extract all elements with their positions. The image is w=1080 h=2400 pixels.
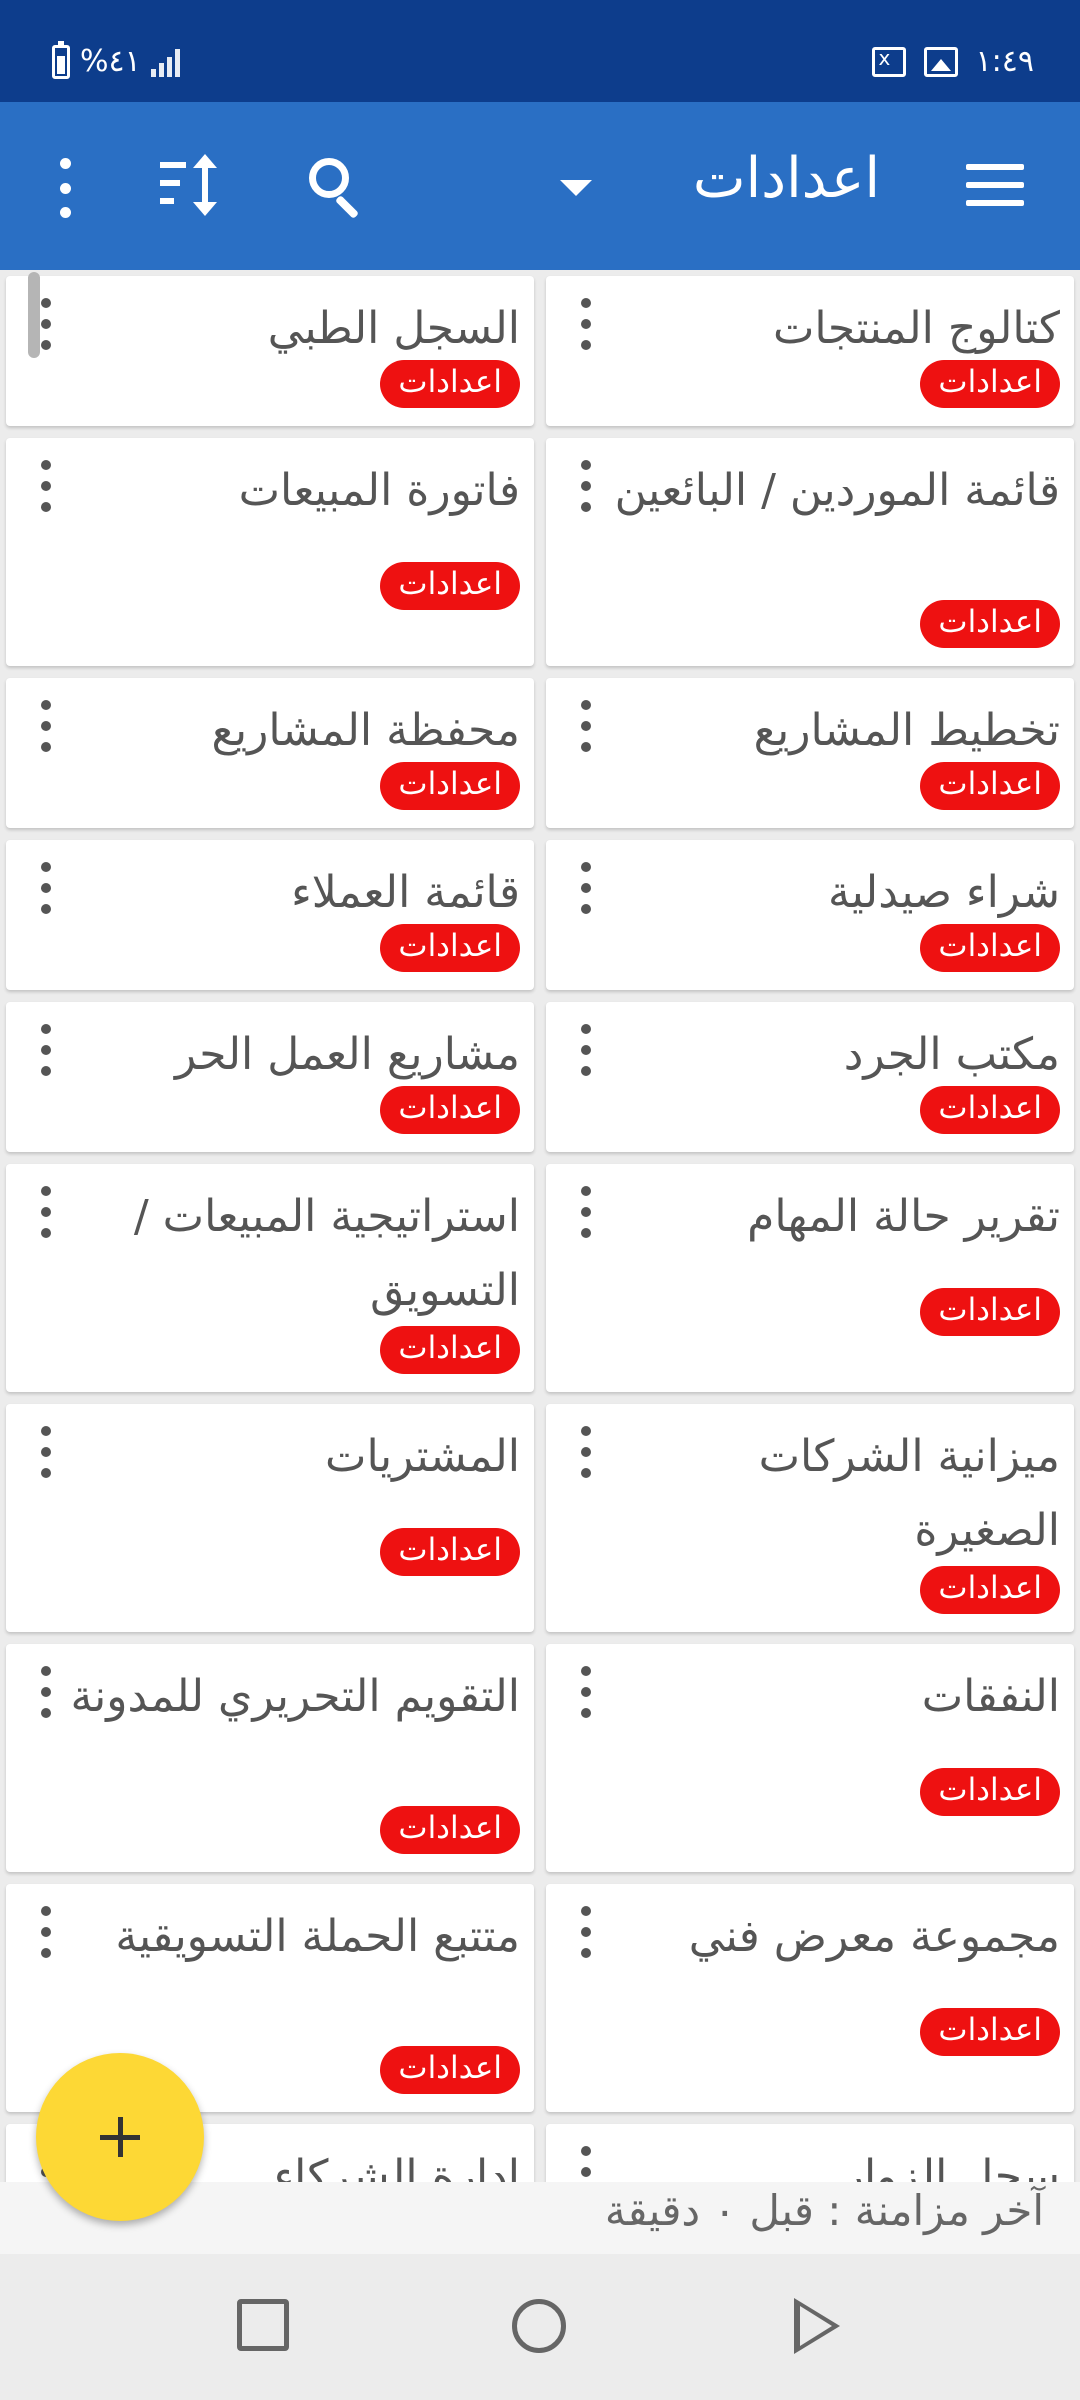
settings-badge[interactable]: اعدادات [380,1086,520,1134]
card-title: السجل الطبي [267,303,520,354]
status-left: %٤١ [52,40,180,79]
card-editorial-calendar[interactable]: التقويم التحريري للمدونة اعدادات [6,1644,534,1872]
card-title: مجموعة معرض فني [688,1911,1060,1962]
settings-badge[interactable]: اعدادات [380,562,520,610]
settings-badge[interactable]: اعدادات [380,360,520,408]
card-project-portfolio[interactable]: محفظة المشاريع اعدادات [6,678,534,828]
signal-icon [150,47,180,77]
card-title: المشتريات [325,1431,520,1482]
app-bar: اعدادات [0,102,1080,270]
card-title: كتالوج المنتجات [772,303,1060,354]
card-more-icon[interactable] [576,1426,596,1478]
card-small-business-budget[interactable]: ميزانية الشركات الصغيرة اعدادات [546,1404,1074,1632]
settings-badge[interactable]: اعدادات [920,2008,1060,2056]
card-more-icon[interactable] [576,1186,596,1238]
search-icon[interactable] [305,154,365,220]
sort-icon[interactable] [158,154,224,218]
card-visitor-log[interactable]: سجل الزوار [546,2124,1074,2182]
spreadsheet-notification-icon [871,46,906,77]
card-sales-marketing-strategy[interactable]: استراتيجية المبيعات / التسويق اعدادات [6,1164,534,1392]
card-more-icon[interactable] [576,298,596,350]
settings-badge[interactable]: اعدادات [380,2046,520,2094]
battery-level: %٤١ [80,44,141,79]
card-title: استراتيجية المبيعات / التسويق [133,1191,520,1316]
home-icon[interactable] [512,2299,566,2353]
hamburger-icon[interactable] [966,164,1024,206]
battery-icon [52,40,70,79]
card-more-icon[interactable] [36,1024,56,1076]
settings-badge[interactable]: اعدادات [920,762,1060,810]
status-right: ١:٤٩ [871,44,1034,79]
settings-badge[interactable]: اعدادات [920,360,1060,408]
card-title: النفقات [921,1671,1060,1722]
card-title: مشاريع العمل الحر [174,1029,520,1080]
back-icon[interactable] [794,2298,840,2354]
card-more-icon[interactable] [36,1426,56,1478]
recents-icon[interactable] [237,2299,289,2351]
card-task-status-report[interactable]: تقرير حالة المهام اعدادات [546,1164,1074,1392]
settings-badge[interactable]: اعدادات [380,1326,520,1374]
add-fab-button[interactable] [36,2053,204,2221]
page-title[interactable]: اعدادات [693,146,880,211]
settings-badge[interactable]: اعدادات [920,924,1060,972]
settings-badge[interactable]: اعدادات [920,1086,1060,1134]
card-expenses[interactable]: النفقات اعدادات [546,1644,1074,1872]
clock: ١:٤٩ [975,44,1034,79]
more-vert-icon[interactable] [50,158,80,218]
card-suppliers-list[interactable]: قائمة الموردين / البائعين اعدادات [546,438,1074,666]
card-title: سجل الزوار [842,2151,1060,2182]
card-project-planning[interactable]: تخطيط المشاريع اعدادات [546,678,1074,828]
card-title: مكتب الجرد [843,1029,1060,1080]
settings-badge[interactable]: اعدادات [380,924,520,972]
card-more-icon[interactable] [576,460,596,512]
card-customer-list[interactable]: قائمة العملاء اعدادات [6,840,534,990]
scrollbar-thumb[interactable] [28,272,40,358]
card-title: محفظة المشاريع [211,705,520,756]
card-more-icon[interactable] [36,862,56,914]
card-more-icon[interactable] [576,1024,596,1076]
card-art-gallery-collection[interactable]: مجموعة معرض فني اعدادات [546,1884,1074,2112]
card-grid[interactable]: كتالوج المنتجات اعدادات السجل الطبي اعدا… [0,270,1080,2182]
card-title: فاتورة المبيعات [238,465,520,516]
status-bar: %٤١ ١:٤٩ [0,0,1080,102]
card-title: تقرير حالة المهام [747,1191,1060,1242]
card-pharmacy-purchase[interactable]: شراء صيدلية اعدادات [546,840,1074,990]
card-more-icon[interactable] [576,700,596,752]
settings-badge[interactable]: اعدادات [920,1768,1060,1816]
card-sales-invoice[interactable]: فاتورة المبيعات اعدادات [6,438,534,666]
settings-badge[interactable]: اعدادات [920,1566,1060,1614]
card-purchases[interactable]: المشتريات اعدادات [6,1404,534,1632]
image-notification-icon [923,46,958,77]
card-more-icon[interactable] [576,862,596,914]
system-nav-bar [0,2254,1080,2400]
card-title: شراء صيدلية [827,867,1060,918]
card-more-icon[interactable] [36,1186,56,1238]
card-title: ميزانية الشركات الصغيرة [758,1431,1060,1556]
settings-badge[interactable]: اعدادات [380,1806,520,1854]
card-title: التقويم التحريري للمدونة [70,1671,520,1722]
settings-badge[interactable]: اعدادات [920,600,1060,648]
card-product-catalog[interactable]: كتالوج المنتجات اعدادات [546,276,1074,426]
dropdown-caret-icon[interactable] [560,180,592,196]
settings-badge[interactable]: اعدادات [920,1288,1060,1336]
card-more-icon[interactable] [36,1666,56,1718]
card-more-icon[interactable] [576,2146,596,2182]
card-more-icon[interactable] [36,700,56,752]
card-title: قائمة العملاء [291,867,520,918]
card-title: قائمة الموردين / البائعين [614,465,1060,516]
last-sync-text: آخر مزامنة : قبل ٠ دقيقة [604,2186,1044,2235]
card-title: متتبع الحملة التسويقية [115,1911,520,1962]
card-inventory-office[interactable]: مكتب الجرد اعدادات [546,1002,1074,1152]
card-freelance-projects[interactable]: مشاريع العمل الحر اعدادات [6,1002,534,1152]
card-medical-record[interactable]: السجل الطبي اعدادات [6,276,534,426]
card-more-icon[interactable] [36,1906,56,1958]
card-more-icon[interactable] [36,460,56,512]
settings-badge[interactable]: اعدادات [380,1528,520,1576]
card-more-icon[interactable] [576,1666,596,1718]
settings-badge[interactable]: اعدادات [380,762,520,810]
card-title: تخطيط المشاريع [753,705,1060,756]
card-more-icon[interactable] [576,1906,596,1958]
